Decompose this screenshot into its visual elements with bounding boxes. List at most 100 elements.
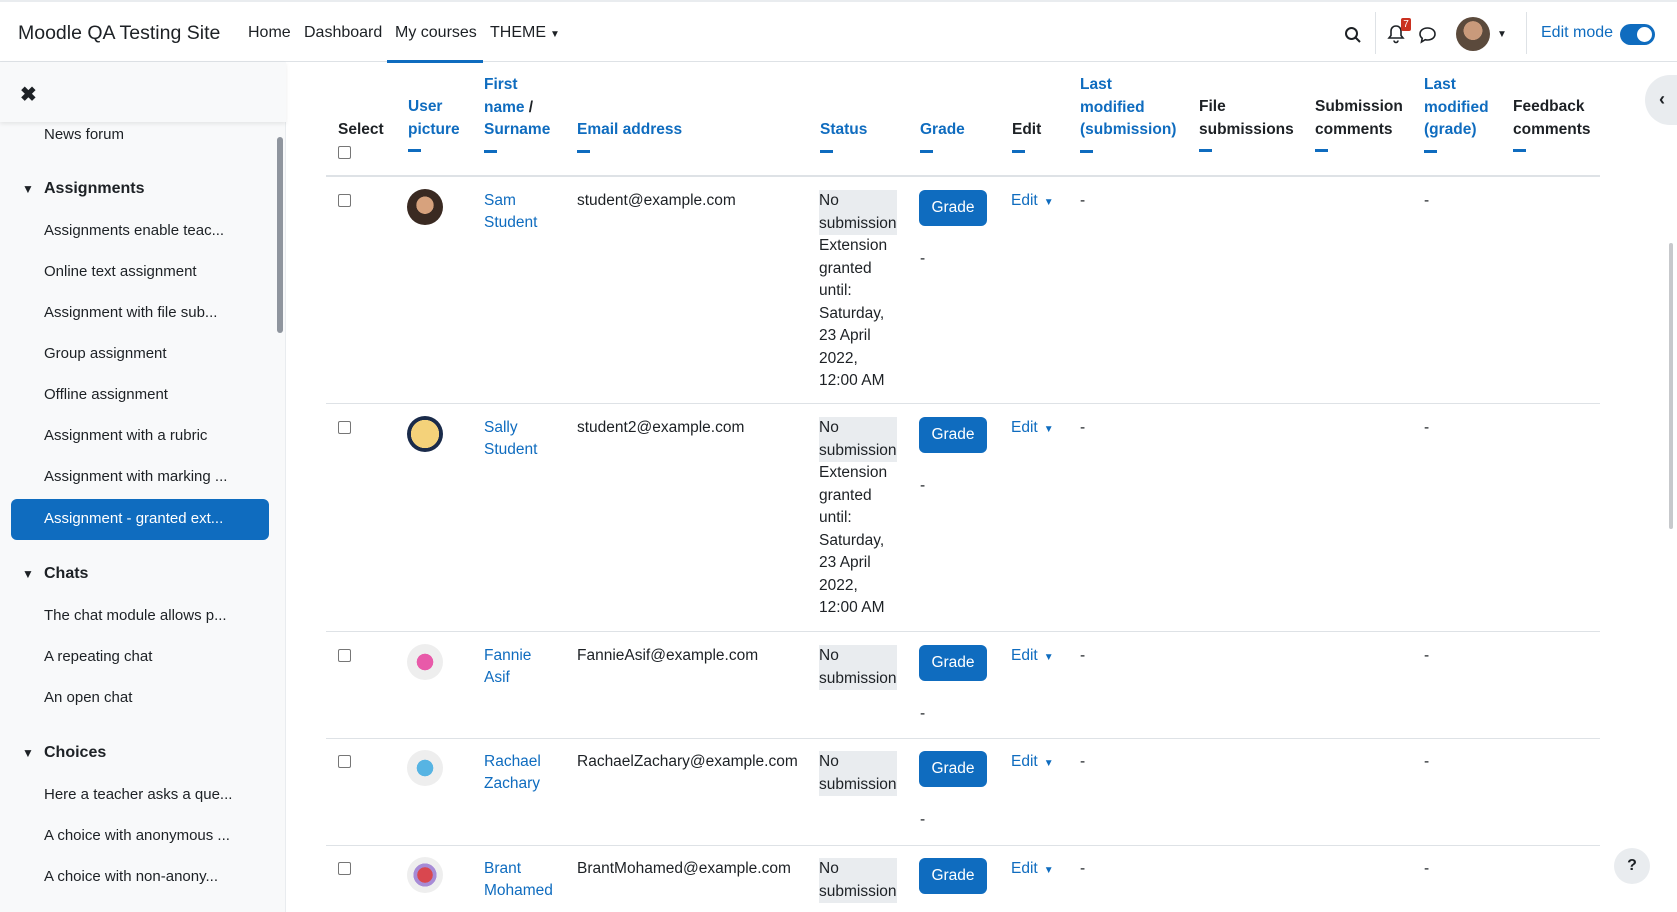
edit-label: Edit	[1011, 753, 1038, 770]
row-checkbox[interactable]	[338, 649, 351, 662]
student-name-link[interactable]: Sally Student	[484, 417, 537, 461]
row-divider	[326, 738, 1600, 739]
close-icon[interactable]: ✖	[20, 82, 37, 107]
help-button[interactable]: ?	[1614, 848, 1650, 884]
row-checkbox[interactable]	[338, 755, 351, 768]
student-name-link[interactable]: Rachael Zachary	[484, 751, 541, 795]
drawer-item-news-forum[interactable]: News forum	[44, 126, 124, 143]
nav-home[interactable]: Home	[248, 24, 291, 42]
user-avatar[interactable]	[1456, 17, 1490, 51]
collapse-icon[interactable]	[1080, 149, 1093, 153]
nav-dashboard[interactable]: Dashboard	[304, 24, 382, 42]
student-name-link[interactable]: Brant Mohamed	[484, 858, 553, 902]
last-modified-submission: -	[1080, 419, 1086, 436]
edit-menu[interactable]: Edit ▼	[1011, 419, 1054, 437]
header-label: File	[1199, 98, 1226, 115]
email: BrantMohamed@example.com	[577, 860, 791, 877]
drawer-item[interactable]: Assignment with a rubric	[44, 427, 207, 444]
edit-mode-toggle[interactable]	[1620, 24, 1655, 45]
drawer-item[interactable]: An open chat	[44, 689, 132, 706]
collapse-icon[interactable]	[1513, 149, 1526, 152]
first-name: Rachael	[484, 753, 541, 770]
row-checkbox[interactable]	[338, 862, 351, 875]
drawer-item[interactable]: A choice with non-anony...	[44, 868, 218, 885]
row-checkbox[interactable]	[338, 421, 351, 434]
drawer-scrollbar[interactable]	[277, 137, 283, 333]
email: RachaelZachary@example.com	[577, 753, 798, 770]
header-label: (submission)	[1080, 121, 1177, 138]
status-text: No	[819, 753, 839, 770]
status-text: submission	[819, 214, 897, 232]
edit-menu[interactable]: Edit ▼	[1011, 860, 1054, 878]
collapse-icon[interactable]	[577, 149, 590, 153]
header-user-picture[interactable]: User picture	[408, 96, 460, 152]
drawer-item[interactable]: A repeating chat	[44, 648, 152, 665]
student-name-link[interactable]: Sam Student	[484, 190, 537, 234]
collapse-icon[interactable]	[408, 149, 421, 152]
last-modified-grade: -	[1424, 647, 1430, 664]
block-drawer-toggle[interactable]: ‹	[1645, 75, 1677, 125]
drawer-item[interactable]: Offline assignment	[44, 386, 168, 403]
header-name[interactable]: First name / Surname	[484, 74, 550, 153]
status-text: No	[819, 860, 839, 877]
avatar	[407, 189, 443, 225]
drawer-item-active[interactable]: Assignment - granted ext...	[11, 499, 269, 540]
drawer-section-choices[interactable]: ▼ Choices	[22, 744, 106, 762]
grade-value: -	[920, 250, 926, 267]
drawer-item[interactable]: The chat module allows p...	[44, 607, 227, 624]
chevron-down-icon[interactable]: ▼	[1495, 26, 1509, 42]
last-modified-grade: -	[1424, 419, 1430, 436]
student-name-link[interactable]: Fannie Asif	[484, 645, 531, 689]
header-last-modified-grade[interactable]: Last modified (grade)	[1424, 74, 1489, 153]
collapse-icon[interactable]	[1424, 149, 1437, 153]
row-checkbox[interactable]	[338, 194, 351, 207]
page-scrollbar[interactable]	[1669, 243, 1673, 529]
first-name: Fannie	[484, 647, 532, 664]
drawer-item[interactable]: Online text assignment	[44, 263, 197, 280]
grade-button[interactable]: Grade	[919, 751, 987, 787]
status-badge: No submission	[819, 190, 897, 235]
collapse-icon[interactable]	[920, 149, 933, 153]
header-last-modified-submission[interactable]: Last modified (submission)	[1080, 74, 1176, 153]
drawer-item[interactable]: A choice with anonymous ...	[44, 827, 230, 844]
drawer-item[interactable]: Assignment with file sub...	[44, 304, 217, 321]
site-brand[interactable]: Moodle QA Testing Site	[18, 22, 220, 45]
drawer-section-chats[interactable]: ▼ Chats	[22, 565, 88, 583]
nav-my-courses[interactable]: My courses	[395, 24, 477, 42]
header-email[interactable]: Email address	[577, 119, 682, 153]
header-label: modified	[1424, 98, 1489, 116]
search-icon[interactable]	[1342, 24, 1364, 46]
collapse-icon[interactable]	[1199, 149, 1212, 152]
message-bubble-icon[interactable]	[1416, 24, 1438, 46]
edit-menu[interactable]: Edit ▼	[1011, 192, 1054, 210]
chevron-down-icon: ▼	[1043, 865, 1054, 876]
collapse-icon[interactable]	[484, 149, 497, 153]
grade-value: -	[920, 811, 926, 828]
edit-menu[interactable]: Edit ▼	[1011, 647, 1054, 665]
separator	[1526, 12, 1527, 54]
collapse-icon[interactable]	[820, 149, 833, 153]
header-grade[interactable]: Grade	[920, 119, 965, 153]
row-divider	[326, 403, 1600, 404]
course-index-drawer: ✖ News forum ▼ Assignments Assignments en…	[0, 62, 286, 912]
grade-button[interactable]: Grade	[919, 190, 987, 226]
drawer-item[interactable]: Group assignment	[44, 345, 167, 362]
last-modified-submission: -	[1080, 192, 1086, 209]
drawer-section-assignments[interactable]: ▼ Assignments	[22, 180, 144, 198]
grade-button[interactable]: Grade	[919, 645, 987, 681]
nav-theme[interactable]: THEME ▼	[490, 24, 560, 42]
collapse-icon[interactable]	[1315, 149, 1328, 152]
header-status[interactable]: Status	[820, 119, 867, 153]
drawer-item[interactable]: Here a teacher asks a que...	[44, 786, 232, 803]
drawer-section-label: Choices	[44, 744, 107, 761]
grade-button[interactable]: Grade	[919, 417, 987, 453]
grade-button[interactable]: Grade	[919, 858, 987, 894]
last-modified-submission: -	[1080, 860, 1086, 877]
header-label: picture	[408, 120, 460, 138]
edit-menu[interactable]: Edit ▼	[1011, 753, 1054, 771]
select-all-checkbox[interactable]	[338, 145, 351, 159]
status-cell: No submission	[819, 751, 899, 796]
collapse-icon[interactable]	[1012, 149, 1025, 153]
drawer-item[interactable]: Assignments enable teac...	[44, 222, 224, 239]
drawer-item[interactable]: Assignment with marking ...	[44, 468, 227, 485]
